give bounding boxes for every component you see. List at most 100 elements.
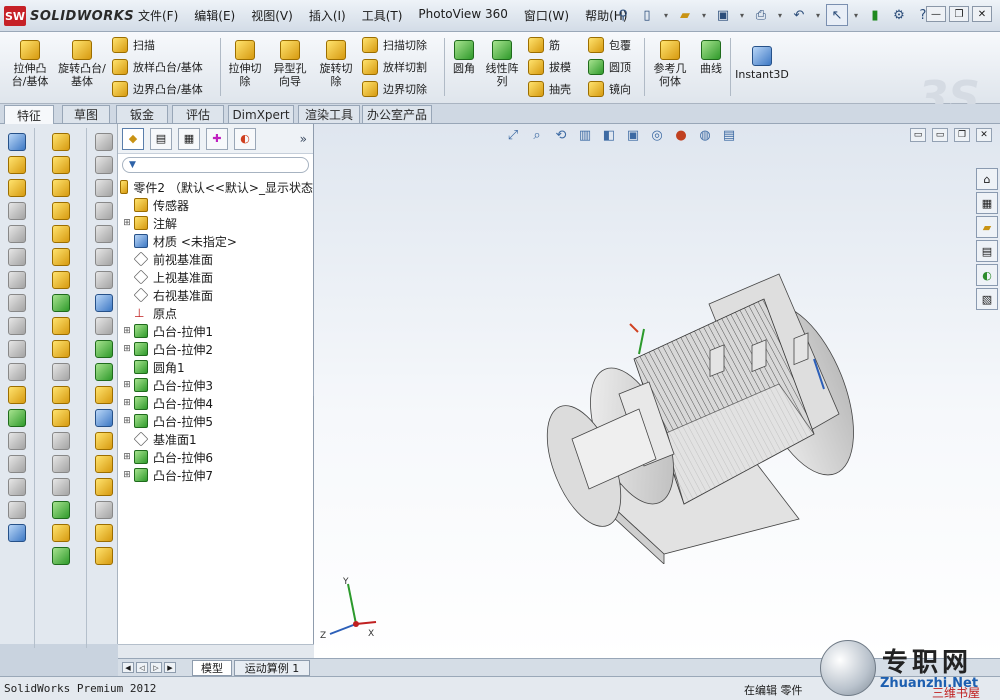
tool-icon[interactable] bbox=[8, 225, 26, 243]
tool-icon[interactable] bbox=[8, 363, 26, 381]
tool-icon[interactable] bbox=[95, 179, 113, 197]
fillet-button[interactable]: 圆角 bbox=[450, 40, 478, 75]
tool-icon[interactable] bbox=[95, 248, 113, 266]
edit-appearance-icon[interactable]: ● bbox=[672, 127, 690, 145]
tool-icon[interactable] bbox=[52, 386, 70, 404]
expand-icon[interactable]: ⊞ bbox=[122, 398, 132, 408]
wrap-button[interactable]: 包覆 bbox=[588, 37, 631, 53]
section-view-icon[interactable]: ▥ bbox=[576, 127, 594, 145]
extrude-cut-button[interactable]: 拉伸切除 bbox=[225, 40, 265, 88]
tool-icon[interactable] bbox=[52, 271, 70, 289]
tool-icon[interactable] bbox=[52, 133, 70, 151]
tree-item[interactable]: ⊞ 凸台-拉伸5 bbox=[118, 412, 313, 430]
tool-icon[interactable] bbox=[8, 133, 26, 151]
tab-features[interactable]: 特征 bbox=[4, 105, 54, 124]
menu-view[interactable]: 视图(V) bbox=[251, 7, 293, 24]
tool-icon[interactable] bbox=[8, 501, 26, 519]
appearances-icon[interactable]: ◐ bbox=[976, 264, 998, 286]
tool-icon[interactable] bbox=[52, 524, 70, 542]
doc-close-icon[interactable]: ✕ bbox=[976, 128, 992, 142]
rebuild-icon[interactable]: ▮ bbox=[864, 4, 886, 26]
tab-evaluate[interactable]: 评估 bbox=[172, 105, 224, 123]
menu-edit[interactable]: 编辑(E) bbox=[194, 7, 235, 24]
tool-icon[interactable] bbox=[95, 317, 113, 335]
view-settings-icon[interactable]: ▤ bbox=[720, 127, 738, 145]
feature-filter-input[interactable]: ▼ bbox=[122, 157, 309, 173]
minimize-icon[interactable]: — bbox=[926, 6, 946, 22]
feature-tree-tab-icon[interactable]: ◆ bbox=[122, 127, 144, 150]
print-dropdown-icon[interactable]: ▾ bbox=[774, 4, 786, 26]
tool-icon[interactable] bbox=[95, 501, 113, 519]
hide-show-items-icon[interactable]: ◎ bbox=[648, 127, 666, 145]
tool-icon[interactable] bbox=[95, 225, 113, 243]
tool-icon[interactable] bbox=[52, 432, 70, 450]
tool-icon[interactable] bbox=[52, 202, 70, 220]
rib-button[interactable]: 筋 bbox=[528, 37, 560, 53]
tool-icon[interactable] bbox=[95, 133, 113, 151]
configuration-manager-tab-icon[interactable]: ▦ bbox=[178, 127, 200, 150]
tree-item[interactable]: 基准面1 bbox=[118, 430, 313, 448]
tool-icon[interactable] bbox=[8, 179, 26, 197]
apply-scene-icon[interactable]: ◍ bbox=[696, 127, 714, 145]
pin-icon[interactable]: ⚲ bbox=[612, 4, 634, 26]
tool-icon[interactable] bbox=[95, 271, 113, 289]
solidworks-logo[interactable]: SW SOLIDWORKS bbox=[4, 5, 134, 27]
tool-icon[interactable] bbox=[52, 294, 70, 312]
expand-icon[interactable]: ⊞ bbox=[122, 380, 132, 390]
tree-item[interactable]: ⊞ 凸台-拉伸4 bbox=[118, 394, 313, 412]
menu-file[interactable]: 文件(F) bbox=[138, 7, 178, 24]
tree-item[interactable]: ⊞ 凸台-拉伸2 bbox=[118, 340, 313, 358]
tool-icon[interactable] bbox=[8, 432, 26, 450]
new-dropdown-icon[interactable]: ▾ bbox=[660, 4, 672, 26]
reference-geometry-button[interactable]: 参考几何体 bbox=[650, 40, 690, 88]
tool-icon[interactable] bbox=[95, 386, 113, 404]
boundary-boss-button[interactable]: 边界凸台/基体 bbox=[112, 81, 203, 97]
view-orientation-icon[interactable]: ◧ bbox=[600, 127, 618, 145]
expand-icon[interactable]: ⊞ bbox=[122, 416, 132, 426]
tool-icon[interactable] bbox=[95, 524, 113, 542]
design-library-icon[interactable]: ▦ bbox=[976, 192, 998, 214]
menu-photoview[interactable]: PhotoView 360 bbox=[418, 7, 507, 24]
tile-icon[interactable]: ▭ bbox=[910, 128, 926, 142]
shell-button[interactable]: 抽壳 bbox=[528, 81, 571, 97]
tree-item[interactable]: 传感器 bbox=[118, 196, 313, 214]
extrude-boss-button[interactable]: 拉伸凸台/基体 bbox=[8, 40, 52, 88]
tab-sheet-metal[interactable]: 钣金 bbox=[116, 105, 168, 123]
linear-pattern-button[interactable]: 线性阵列 bbox=[484, 40, 520, 88]
revolve-cut-button[interactable]: 旋转切除 bbox=[316, 40, 356, 88]
tool-icon[interactable] bbox=[8, 294, 26, 312]
new-document-icon[interactable]: ▯ bbox=[636, 4, 658, 26]
tool-icon[interactable] bbox=[52, 501, 70, 519]
zoom-fit-icon[interactable]: ⤢ bbox=[504, 127, 522, 145]
tree-item[interactable]: 材质 <未指定> bbox=[118, 232, 313, 250]
tree-item[interactable]: 右视基准面 bbox=[118, 286, 313, 304]
tree-item[interactable]: 前视基准面 bbox=[118, 250, 313, 268]
draft-button[interactable]: 拔模 bbox=[528, 59, 571, 75]
tool-icon[interactable] bbox=[52, 225, 70, 243]
tool-icon[interactable] bbox=[52, 455, 70, 473]
close-icon[interactable]: ✕ bbox=[972, 6, 992, 22]
tool-icon[interactable] bbox=[95, 409, 113, 427]
loft-boss-button[interactable]: 放样凸台/基体 bbox=[112, 59, 203, 75]
expand-icon[interactable]: ⊞ bbox=[122, 452, 132, 462]
tool-icon[interactable] bbox=[8, 248, 26, 266]
tool-icon[interactable] bbox=[95, 432, 113, 450]
display-style-icon[interactable]: ▣ bbox=[624, 127, 642, 145]
expand-icon[interactable]: ⊞ bbox=[122, 344, 132, 354]
tree-root-part[interactable]: 零件2 （默认<<默认>_显示状态 bbox=[118, 178, 313, 196]
restore-icon[interactable]: ❐ bbox=[949, 6, 969, 22]
print-icon[interactable]: ⎙ bbox=[750, 4, 772, 26]
expand-icon[interactable]: ⊞ bbox=[122, 218, 132, 228]
tool-icon[interactable] bbox=[95, 202, 113, 220]
display-manager-tab-icon[interactable]: ◐ bbox=[234, 127, 256, 150]
expand-tabs-icon[interactable]: » bbox=[300, 132, 307, 146]
tree-item[interactable]: ⊞ 凸台-拉伸3 bbox=[118, 376, 313, 394]
tree-item[interactable]: ⊞ 凸台-拉伸7 bbox=[118, 466, 313, 484]
menu-insert[interactable]: 插入(I) bbox=[309, 7, 346, 24]
tool-icon[interactable] bbox=[95, 455, 113, 473]
options-icon[interactable]: ⚙ bbox=[888, 4, 910, 26]
tool-icon[interactable] bbox=[52, 409, 70, 427]
mirror-button[interactable]: 镜向 bbox=[588, 81, 631, 97]
tool-icon[interactable] bbox=[52, 179, 70, 197]
menu-tools[interactable]: 工具(T) bbox=[362, 7, 403, 24]
